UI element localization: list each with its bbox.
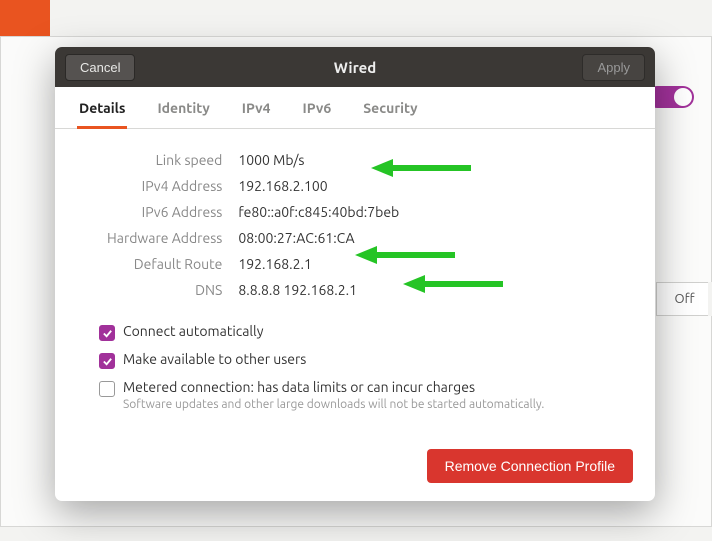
hw-value: 08:00:27:AC:61:CA (230, 225, 430, 251)
all-users-label: Make available to other users (123, 351, 306, 367)
auto-connect-checkbox[interactable] (99, 325, 115, 341)
ipv4-value: 192.168.2.100 (230, 173, 430, 199)
dialog-footer: Remove Connection Profile (55, 443, 655, 501)
row-route: Default Route 192.168.2.1 (99, 251, 430, 277)
ipv6-label: IPv6 Address (99, 199, 230, 225)
check-icon (102, 356, 113, 367)
tab-identity[interactable]: Identity (155, 100, 211, 129)
dns-value: 8.8.8.8 192.168.2.1 (230, 277, 430, 303)
cancel-button[interactable]: Cancel (65, 54, 135, 81)
dialog-body: Link speed 1000 Mb/s IPv4 Address 192.16… (55, 129, 655, 443)
auto-connect-label: Connect automatically (123, 323, 263, 339)
option-all-users: Make available to other users (99, 351, 629, 369)
route-label: Default Route (99, 251, 230, 277)
options-group: Connect automatically Make available to … (99, 323, 629, 413)
metered-checkbox[interactable] (99, 381, 115, 397)
link-speed-value: 1000 Mb/s (230, 147, 430, 173)
hw-label: Hardware Address (99, 225, 230, 251)
ipv4-label: IPv4 Address (99, 173, 230, 199)
tab-details[interactable]: Details (77, 100, 127, 129)
option-metered: Metered connection: has data limits or c… (99, 379, 629, 413)
connection-editor-dialog: Cancel Wired Apply Details Identity IPv4… (55, 47, 655, 501)
apply-button[interactable]: Apply (582, 54, 645, 81)
all-users-checkbox[interactable] (99, 353, 115, 369)
remove-connection-button[interactable]: Remove Connection Profile (427, 449, 633, 483)
route-value: 192.168.2.1 (230, 251, 430, 277)
tab-ipv6[interactable]: IPv6 (301, 100, 334, 129)
row-dns: DNS 8.8.8.8 192.168.2.1 (99, 277, 430, 303)
row-ipv6: IPv6 Address fe80::a0f:c845:40bd:7beb (99, 199, 430, 225)
row-hw: Hardware Address 08:00:27:AC:61:CA (99, 225, 430, 251)
dns-label: DNS (99, 277, 230, 303)
accent-strip (0, 0, 50, 36)
metered-sub: Software updates and other large downloa… (123, 398, 544, 411)
bg-off-button[interactable]: Off (656, 282, 712, 316)
tab-bar: Details Identity IPv4 IPv6 Security (55, 87, 655, 129)
check-icon (102, 328, 113, 339)
link-speed-label: Link speed (99, 147, 230, 173)
row-link-speed: Link speed 1000 Mb/s (99, 147, 430, 173)
row-ipv4: IPv4 Address 192.168.2.100 (99, 173, 430, 199)
ipv6-value: fe80::a0f:c845:40bd:7beb (230, 199, 430, 225)
metered-label: Metered connection: has data limits or c… (123, 379, 475, 395)
dialog-titlebar: Cancel Wired Apply (55, 47, 655, 87)
tab-security[interactable]: Security (361, 100, 419, 129)
off-label: Off (675, 292, 695, 306)
option-auto-connect: Connect automatically (99, 323, 629, 341)
details-table: Link speed 1000 Mb/s IPv4 Address 192.16… (99, 147, 430, 303)
tab-ipv4[interactable]: IPv4 (240, 100, 273, 129)
dialog-title: Wired (55, 59, 655, 76)
switch-knob (674, 88, 692, 106)
